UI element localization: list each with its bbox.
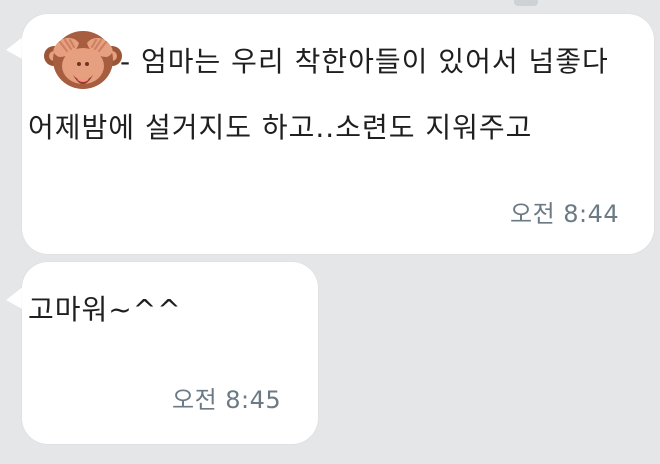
message-2-time: 오전 8:45: [172, 386, 282, 414]
message-1-line-1: - 엄마는 우리 착한아들이 있어서 넘좋다: [120, 45, 609, 78]
message-1-line-2: 어제밤에 설거지도 하고..소련도 지워주고: [28, 111, 533, 144]
message-1-time: 오전 8:44: [510, 200, 620, 228]
message-2-text: 고마워~^^: [28, 293, 182, 326]
chat-conversation: - 엄마는 우리 착한아들이 있어서 넘좋다 어제밤에 설거지도 하고..소련도…: [0, 0, 660, 464]
message-bubble-2[interactable]: [22, 262, 318, 444]
top-edge-artifact: [514, 0, 538, 6]
see-no-evil-monkey-icon: [42, 22, 124, 104]
